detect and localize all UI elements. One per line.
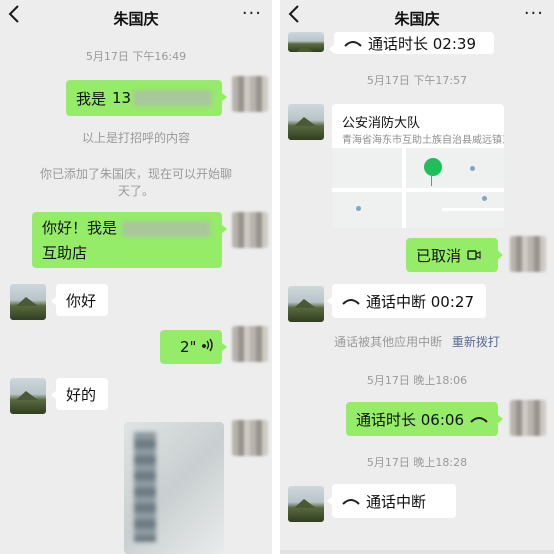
chat-header: 朱国庆 ··· (280, 0, 554, 36)
message-bubble-intro[interactable]: 你好！我是 互助店 (32, 212, 227, 268)
photo-content (134, 432, 156, 542)
avatar-self[interactable] (232, 212, 268, 248)
redial-link[interactable]: 重新拨打 (452, 335, 500, 349)
call-label: 已取消 (416, 246, 462, 265)
call-label: 通话时长 06:06 (356, 410, 464, 429)
message-text-visible-part: 13 (112, 89, 132, 107)
map-poi (482, 196, 487, 201)
avatar-self[interactable] (232, 326, 268, 362)
location-card[interactable]: 公安消防大队 青海省海东市互助土族自治县威远镇东... (332, 104, 504, 228)
phone-icon (470, 410, 488, 428)
timestamp: 5月17日 下午17:57 (366, 74, 468, 87)
message-bubble-reply[interactable]: 你好 (51, 284, 108, 316)
more-options-icon[interactable]: ··· (524, 4, 544, 24)
system-note-greeting: 以上是打招呼的内容 (81, 131, 190, 145)
voice-wave-icon (202, 338, 214, 356)
avatar-contact[interactable] (10, 284, 46, 320)
phone-icon (342, 292, 360, 310)
chat-panel-left: 朱国庆 ··· 5月17日 下午16:49 我是 13 以上是打招呼的内容 你已… (0, 0, 272, 554)
avatar-self[interactable] (232, 76, 268, 112)
map-pin-icon (424, 158, 442, 186)
chat-title: 朱国庆 (113, 10, 159, 28)
image-message[interactable] (124, 422, 224, 554)
panel-divider (272, 0, 280, 554)
avatar-contact[interactable] (288, 486, 324, 522)
avatar-contact[interactable] (288, 32, 324, 52)
call-bubble-partial[interactable]: 通话时长 02:39 (329, 32, 494, 54)
redacted-text (133, 90, 212, 106)
avatar-self[interactable] (510, 400, 546, 436)
message-text: 我是 (76, 89, 107, 108)
system-note-line: 你已添加了朱国庆，现在可以开始聊 (39, 167, 232, 181)
avatar-self[interactable] (232, 420, 268, 456)
map-poi (470, 166, 475, 171)
message-text: 你好！我是 (42, 219, 118, 237)
more-options-icon[interactable]: ··· (242, 4, 262, 24)
message-line: 你好！我是 (42, 217, 210, 238)
map-poi (356, 206, 361, 211)
timestamp: 5月17日 晚上18:06 (366, 374, 468, 387)
map-road (402, 148, 406, 228)
message-bubble-phone[interactable]: 我是 13 (66, 80, 227, 116)
location-title: 公安消防大队 (342, 116, 421, 131)
system-note-line: 天了。 (117, 184, 154, 198)
call-label: 通话中断 00:27 (366, 292, 474, 311)
phone-icon (344, 34, 362, 52)
avatar-contact[interactable] (288, 104, 324, 140)
location-address: 青海省海东市互助土族自治县威远镇东... (342, 135, 504, 146)
message-bubble-reply[interactable]: 好的 (51, 378, 108, 410)
call-interrupted-bubble[interactable]: 通话中断 (327, 484, 456, 518)
map-road (442, 208, 504, 211)
chat-panel-right: 朱国庆 ··· 通话时长 02:39 5月17日 下午17:57 公安消防大队 … (280, 0, 554, 554)
call-label: 通话中断 (366, 492, 427, 511)
chat-title: 朱国庆 (394, 10, 440, 28)
voice-duration: 2" (180, 338, 197, 356)
location-map (332, 148, 504, 228)
voice-message-bubble[interactable]: 2" (160, 330, 227, 364)
call-interrupted-bubble[interactable]: 通话中断 00:27 (327, 284, 486, 318)
system-note-added: 你已添加了朱国庆，现在可以开始聊 天了。 (20, 166, 252, 200)
screenshot-stage: 朱国庆 ··· 5月17日 下午16:49 我是 13 以上是打招呼的内容 你已… (0, 0, 554, 554)
call-duration-bubble[interactable]: 通话时长 06:06 (346, 402, 503, 436)
phone-icon (342, 492, 360, 510)
video-call-icon (467, 246, 481, 264)
timestamp: 5月17日 晚上18:28 (366, 456, 468, 469)
input-bar-edge (280, 550, 554, 554)
call-label: 通话时长 02:39 (368, 34, 476, 53)
system-note-interrupted: 通话被其他应用中断 重新拨打 (280, 334, 554, 351)
avatar-contact[interactable] (10, 378, 46, 414)
system-note-text: 通话被其他应用中断 (334, 335, 443, 349)
call-cancelled-bubble[interactable]: 已取消 (406, 238, 503, 272)
avatar-contact[interactable] (288, 286, 324, 322)
message-text: 互助店 (42, 244, 88, 262)
timestamp: 5月17日 下午16:49 (85, 50, 187, 63)
avatar-self[interactable] (510, 236, 546, 272)
map-road (332, 188, 504, 192)
chat-header: 朱国庆 ··· (0, 0, 272, 36)
redacted-text (121, 220, 210, 237)
